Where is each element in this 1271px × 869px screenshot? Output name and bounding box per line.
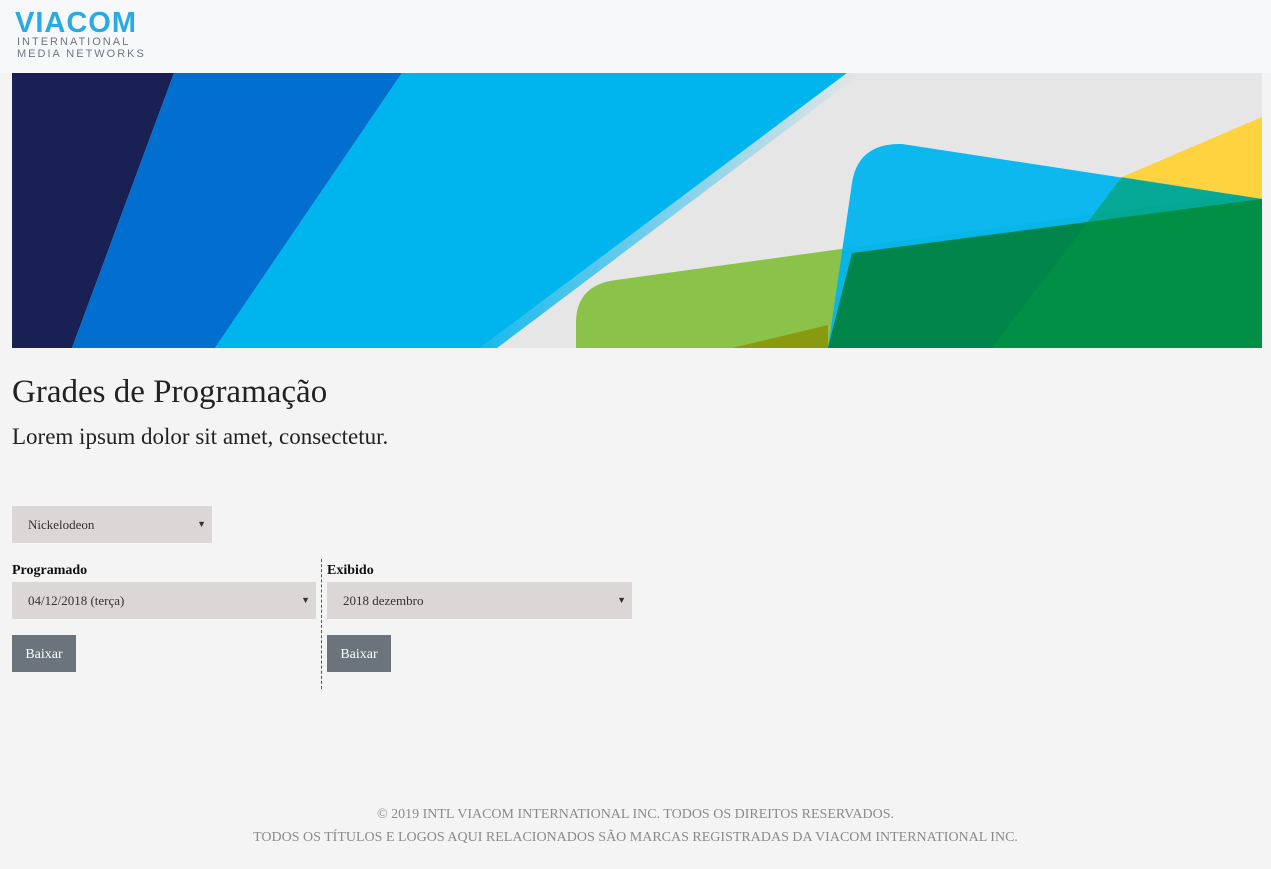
logo-subtitle-line1: INTERNATIONAL: [17, 36, 131, 48]
footer-trademark-notice: TODOS OS TÍTULOS E LOGOS AQUI RELACIONAD…: [253, 830, 1018, 845]
site-header: VIACOM INTERNATIONAL MEDIA NETWORKS: [0, 0, 1271, 73]
aired-month-value: 2018 dezembro: [343, 593, 424, 608]
chevron-down-icon: ▼: [617, 595, 626, 605]
aired-download-button[interactable]: Baixar: [327, 635, 391, 672]
page-title: Grades de Programação: [12, 374, 328, 410]
hero-banner-graphic: [12, 73, 1262, 348]
channel-select[interactable]: Nickelodeon ▼: [12, 506, 212, 543]
channel-select-value: Nickelodeon: [28, 517, 95, 532]
site-footer: © 2019 INTL VIACOM INTERNATIONAL INC. TO…: [0, 803, 1271, 849]
aired-label: Exibido: [327, 563, 374, 578]
scheduled-download-button[interactable]: Baixar: [12, 635, 76, 672]
aired-month-select[interactable]: 2018 dezembro ▼: [327, 582, 632, 619]
viacom-logo[interactable]: VIACOM INTERNATIONAL MEDIA NETWORKS: [15, 8, 160, 63]
logo-brand-text: VIACOM: [15, 7, 137, 39]
footer-copyright: © 2019 INTL VIACOM INTERNATIONAL INC. TO…: [376, 807, 895, 822]
logo-subtitle-line2: MEDIA NETWORKS: [17, 48, 146, 60]
scheduled-label: Programado: [12, 563, 88, 578]
scheduled-date-value: 04/12/2018 (terça): [28, 593, 125, 608]
page-subtitle: Lorem ipsum dolor sit amet, consectetur.: [12, 424, 389, 449]
chevron-down-icon: ▼: [197, 519, 206, 529]
scheduled-date-select[interactable]: 04/12/2018 (terça) ▼: [12, 582, 316, 619]
chevron-down-icon: ▼: [301, 595, 310, 605]
hero-banner: [12, 73, 1262, 348]
section-divider: [321, 559, 322, 689]
